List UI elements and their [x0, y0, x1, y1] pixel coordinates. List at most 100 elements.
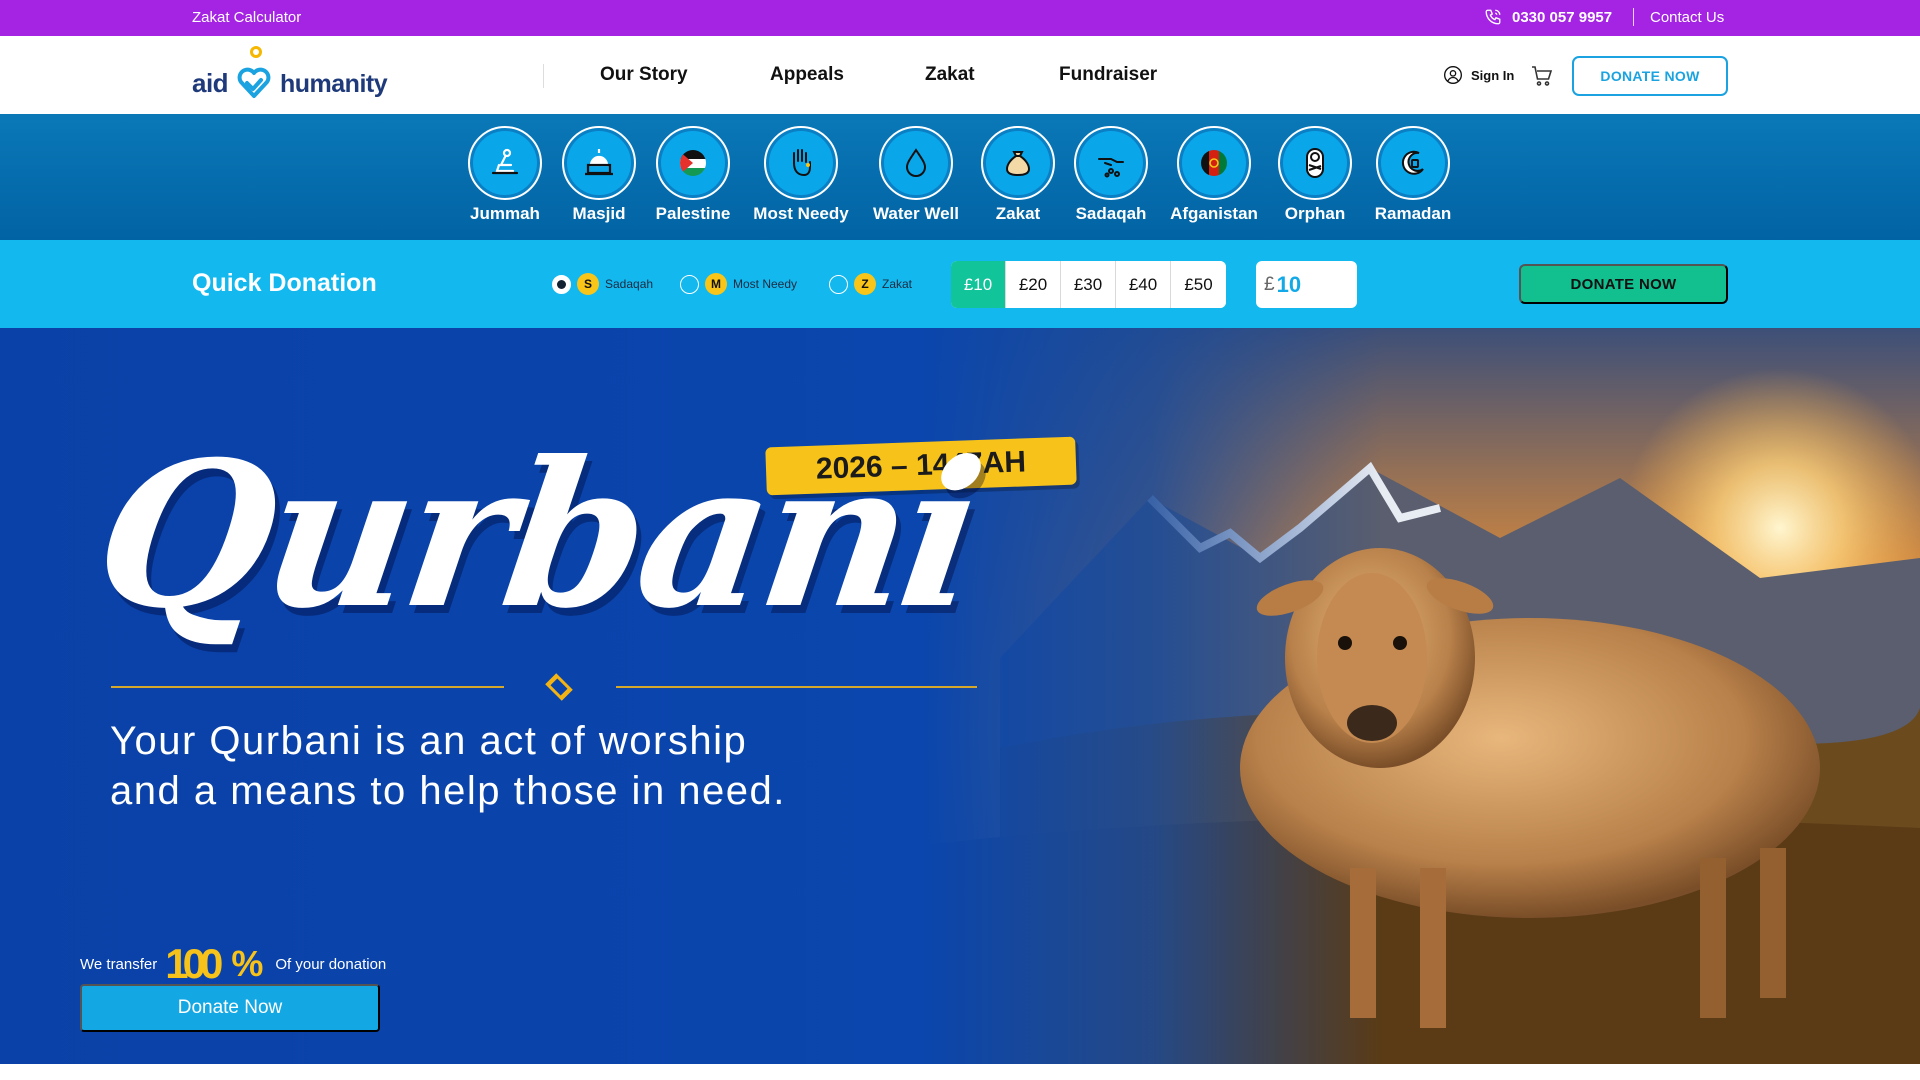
category-circle — [656, 126, 730, 200]
hero-tagline-line1: Your Qurbani is an act of worship — [110, 719, 748, 763]
currency-symbol: £ — [1264, 273, 1275, 295]
water-drop-icon — [905, 148, 927, 177]
category-circle — [1177, 126, 1251, 200]
topbar-separator — [1633, 8, 1634, 26]
amount-selector: £10 £20 £30 £40 £50 — [951, 261, 1226, 308]
radio-button[interactable] — [680, 274, 699, 294]
hero-donate-now-button[interactable]: Donate Now — [80, 984, 380, 1032]
option-sadaqah[interactable]: S Sadaqah — [552, 273, 653, 295]
option-most-needy[interactable]: M Most Needy — [680, 273, 797, 295]
heart-icon — [237, 67, 271, 98]
hero-headline: Qurbani — [83, 418, 991, 653]
phone-icon — [1485, 9, 1501, 25]
hero-divider-left — [111, 686, 504, 688]
amount-40-button[interactable]: £40 — [1116, 261, 1171, 308]
main-header: aid humanity Our Story Appeals Zakat Fun… — [0, 36, 1920, 114]
palestine-flag-icon — [680, 150, 706, 176]
aid-humanity-logo[interactable]: aid humanity — [192, 46, 402, 106]
option-label: Most Needy — [733, 277, 798, 291]
radio-button[interactable] — [552, 274, 571, 294]
giving-hand-icon — [1098, 158, 1124, 178]
prayer-icon — [491, 148, 519, 175]
quick-donation-bar: Quick Donation S Sadaqah M Most Needy Z … — [0, 240, 1920, 328]
transfer-percent: % — [231, 943, 264, 984]
amount-20-button[interactable]: £20 — [1006, 261, 1061, 308]
top-bar: Zakat Calculator 0330 057 9957 Contact U… — [0, 0, 1920, 36]
category-label: Ramadan — [1374, 204, 1452, 223]
category-label: Palestine — [655, 204, 731, 223]
sign-in-link[interactable]: Sign In — [1443, 65, 1514, 85]
cart-icon[interactable] — [1530, 64, 1554, 88]
category-label: Masjid — [572, 204, 626, 223]
transfer-prefix: We transfer — [80, 955, 158, 973]
sign-in-label: Sign In — [1471, 67, 1515, 83]
category-label: Water Well — [873, 204, 959, 223]
transfer-amount: 100 — [165, 940, 223, 987]
crescent-icon — [1402, 150, 1424, 175]
category-circle — [1278, 126, 1352, 200]
category-circle — [1376, 126, 1450, 200]
hero-tagline: Your Qurbani is an act of worship and a … — [110, 716, 786, 816]
option-zakat[interactable]: Z Zakat — [829, 273, 912, 295]
category-orphan[interactable]: Orphan — [1276, 126, 1354, 224]
custom-amount-input[interactable]: £ 10 — [1256, 261, 1357, 308]
option-badge: S — [577, 273, 599, 295]
header-donate-now-button[interactable]: DONATE NOW — [1572, 56, 1728, 96]
radio-button[interactable] — [829, 274, 848, 294]
category-strip: Jummah Masjid Palestine Most Needy Water… — [0, 114, 1920, 240]
category-label: Jummah — [470, 204, 540, 223]
zakat-calculator-link[interactable]: Zakat Calculator — [192, 9, 301, 26]
category-zakat[interactable]: Zakat — [979, 126, 1057, 224]
category-circle — [562, 126, 636, 200]
amount-10-button[interactable]: £10 — [951, 261, 1006, 308]
phone-number[interactable]: 0330 057 9957 — [1484, 8, 1612, 26]
option-badge: Z — [854, 273, 876, 295]
category-masjid[interactable]: Masjid — [560, 126, 638, 224]
hand-icon — [793, 149, 811, 177]
mosque-icon — [585, 149, 613, 176]
amount-30-button[interactable]: £30 — [1061, 261, 1116, 308]
category-label: Most Needy — [753, 204, 849, 223]
category-sadaqah[interactable]: Sadaqah — [1072, 126, 1150, 224]
logo-dot — [250, 46, 262, 58]
category-circle — [1074, 126, 1148, 200]
header-divider — [543, 64, 544, 88]
nav-our-story[interactable]: Our Story — [600, 64, 688, 86]
transfer-suffix: Of your donation — [275, 955, 387, 973]
category-label: Afganistan — [1170, 204, 1258, 223]
hero-tagline-line2: and a means to help those in need. — [110, 769, 786, 813]
category-label: Zakat — [995, 204, 1041, 223]
custom-amount-value: 10 — [1276, 271, 1302, 297]
category-circle — [981, 126, 1055, 200]
contact-us-link[interactable]: Contact Us — [1650, 9, 1724, 26]
category-ramadan[interactable]: Ramadan — [1374, 126, 1452, 224]
logo-humanity-text: humanity — [280, 70, 388, 98]
amount-50-button[interactable]: £50 — [1171, 261, 1226, 308]
nav-appeals[interactable]: Appeals — [770, 64, 844, 86]
option-label: Zakat — [882, 277, 913, 291]
category-circle — [879, 126, 953, 200]
nav-zakat[interactable]: Zakat — [925, 64, 975, 86]
money-bag-icon — [1005, 151, 1031, 177]
hero-divider-right — [616, 686, 977, 688]
category-label: Orphan — [1284, 204, 1346, 223]
option-badge: M — [705, 273, 727, 295]
baby-icon — [1306, 148, 1324, 178]
category-circle — [468, 126, 542, 200]
user-icon — [1444, 66, 1462, 84]
category-water-well[interactable]: Water Well — [867, 126, 965, 224]
category-label: Sadaqah — [1075, 204, 1147, 223]
option-label: Sadaqah — [605, 277, 654, 291]
afghanistan-flag-icon — [1201, 150, 1227, 176]
category-palestine[interactable]: Palestine — [654, 126, 732, 224]
quick-donation-title: Quick Donation — [192, 269, 377, 297]
logo-aid-text: aid — [192, 68, 229, 98]
category-most-needy[interactable]: Most Needy — [752, 126, 850, 224]
quick-donate-now-button[interactable]: DONATE NOW — [1519, 264, 1728, 304]
category-circle — [764, 126, 838, 200]
category-jummah[interactable]: Jummah — [466, 126, 544, 224]
nav-fundraiser[interactable]: Fundraiser — [1059, 64, 1157, 86]
category-afganistan[interactable]: Afganistan — [1170, 126, 1258, 224]
transfer-guarantee: We transfer 100 % Of your donation — [80, 940, 386, 988]
phone-number-text: 0330 057 9957 — [1512, 8, 1613, 26]
